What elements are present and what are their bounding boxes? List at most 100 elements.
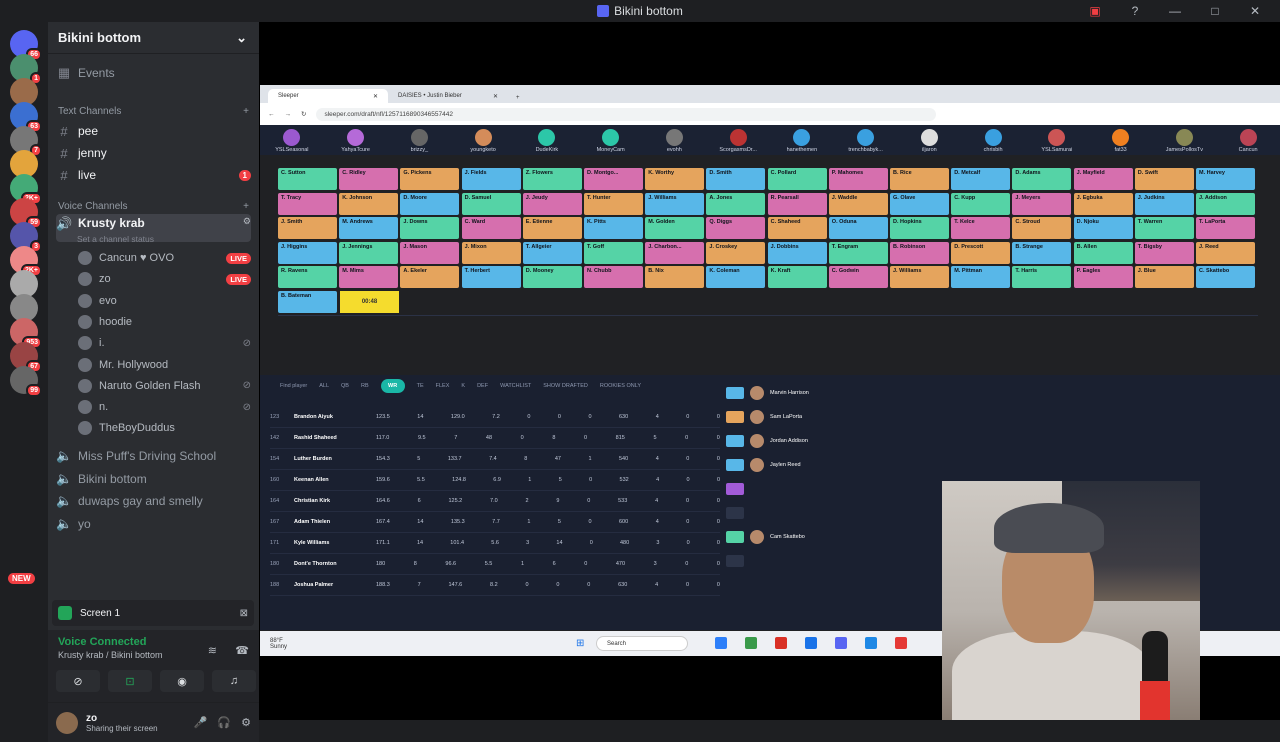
close-button[interactable]: ✕	[1238, 4, 1272, 18]
team-header[interactable]: ScorgasmsDr...	[708, 129, 768, 153]
player-name[interactable]: Christian Kirk	[294, 498, 376, 504]
draft-pick-cell[interactable]: J. Croskey	[706, 241, 766, 264]
text-channels-category[interactable]: Text Channels +	[58, 106, 249, 117]
soundboard-button[interactable]: ♫	[212, 670, 256, 692]
forward-icon[interactable]: →	[285, 111, 292, 118]
player-name[interactable]: Keenan Allen	[294, 477, 376, 483]
popout-icon[interactable]: ⊠	[240, 608, 248, 619]
disconnect-icon[interactable]: ☎	[235, 644, 249, 657]
draft-pick-cell[interactable]: J. Williams	[645, 192, 705, 215]
team-header[interactable]: iljaron	[899, 129, 959, 153]
team-header[interactable]: Cancun	[1218, 129, 1278, 153]
taskbar-search[interactable]: Search	[596, 636, 688, 651]
draft-pick-cell[interactable]: Z. Flowers	[522, 168, 582, 190]
draft-pick-cell[interactable]: T. LaPorta	[1196, 217, 1255, 240]
team-header[interactable]: YSLSamurai	[1027, 129, 1087, 153]
draft-pick-cell[interactable]: J. Addison	[1196, 192, 1255, 215]
team-header[interactable]: trenchbabyk...	[836, 129, 896, 153]
voice-channel[interactable]: 🔈 Bikini bottom	[56, 468, 251, 490]
draft-pick-cell[interactable]: R. Ravens	[278, 266, 337, 289]
filter-watchlist[interactable]: WATCHLIST	[500, 383, 531, 389]
team-header[interactable]: hanethemen	[772, 129, 832, 153]
table-row[interactable]: 123 Brandon Aiyuk 123.5 14 129.0 7.2 0 0 0 630 4 0 0	[270, 407, 720, 428]
draft-pick-cell[interactable]: M. Golden	[645, 217, 705, 240]
draft-pick-cell[interactable]: J. Mason	[400, 241, 460, 264]
table-row[interactable]: 154 Luther Burden 154.3 5 133.7 7.4 8 47 1 540 4 0 0	[270, 449, 720, 470]
activities-button[interactable]: ◉	[160, 670, 204, 692]
draft-pick-cell[interactable]: J. Blue	[1134, 266, 1194, 289]
gear-icon[interactable]: ⚙	[241, 716, 251, 729]
server-icon[interactable]: 99	[10, 365, 42, 397]
team-header[interactable]: DudeKirk	[517, 129, 577, 153]
app-icon[interactable]	[745, 637, 757, 649]
voice-user[interactable]: evo	[78, 291, 251, 311]
team-header[interactable]: MoneyCam	[581, 129, 641, 153]
player-name[interactable]: Joshua Palmer	[294, 582, 376, 588]
app-icon[interactable]	[715, 637, 727, 649]
help-icon[interactable]: ?	[1118, 4, 1152, 18]
roster-slot[interactable]: Sam LaPorta	[726, 405, 926, 429]
draft-pick-cell[interactable]: J. Waddle	[828, 192, 888, 215]
player-name[interactable]: Luther Burden	[294, 456, 376, 462]
player-name[interactable]: Kyle Williams	[294, 540, 376, 546]
voice-user[interactable]: Mr. Hollywood	[78, 355, 251, 375]
draft-pick-cell[interactable]: B. Robinson	[890, 241, 949, 264]
filter-qb[interactable]: QB	[341, 383, 349, 389]
url-input[interactable]: sleeper.com/draft/nfl/125711689034655744…	[316, 107, 937, 121]
voice-channel[interactable]: 🔈 Miss Puff's Driving School	[56, 445, 251, 467]
draft-pick-cell[interactable]: T. Bigsby	[1134, 241, 1194, 264]
draft-pick-cell[interactable]: T. Goff	[584, 241, 643, 264]
events-link[interactable]: ▦ Events	[56, 62, 251, 84]
draft-pick-cell[interactable]: K. Pitts	[584, 217, 643, 240]
draft-pick-cell[interactable]: B. Allen	[1073, 241, 1133, 264]
avatar[interactable]	[56, 711, 78, 734]
team-header[interactable]: JamesPollosTv	[1154, 129, 1214, 153]
browser-icon[interactable]	[805, 637, 817, 649]
player-name[interactable]: Rashid Shaheed	[294, 435, 376, 441]
draft-pick-cell[interactable]: J. Jennings	[339, 241, 399, 264]
draft-pick-cell[interactable]: M. Mims	[339, 266, 399, 289]
minimize-button[interactable]: —	[1158, 4, 1192, 18]
voice-user[interactable]: n. ⊘	[78, 397, 251, 417]
draft-pick-cell[interactable]: J. Charbon...	[645, 241, 705, 264]
draft-pick-cell[interactable]: N. Chubb	[584, 266, 643, 289]
player-search-input[interactable]: Find player	[280, 383, 307, 389]
draft-pick-cell[interactable]: K. Kraft	[767, 266, 827, 289]
team-header[interactable]: fat33	[1091, 129, 1151, 153]
draft-pick-cell[interactable]: J. Mayfield	[1073, 168, 1133, 190]
draft-pick-cell[interactable]: P. Mahomes	[828, 168, 888, 190]
draft-pick-cell[interactable]: J. Downs	[400, 217, 460, 240]
draft-pick-cell[interactable]: C. Skattebo	[1196, 266, 1255, 289]
draft-pick-cell[interactable]: G. Pickens	[400, 168, 460, 190]
draft-pick-cell[interactable]: D. Adams	[1012, 168, 1072, 190]
app-icon[interactable]	[865, 637, 877, 649]
draft-pick-cell[interactable]: E. Etienne	[522, 217, 582, 240]
guild-header[interactable]: Bikini bottom ⌄	[48, 22, 259, 54]
draft-pick-cell[interactable]: M. Harvey	[1196, 168, 1255, 190]
draft-pick-cell[interactable]: C. Godwin	[828, 266, 888, 289]
draft-pick-cell[interactable]: T. Herbert	[461, 266, 521, 289]
draft-pick-cell[interactable]: K. Johnson	[339, 192, 399, 215]
roster-slot[interactable]	[726, 501, 926, 525]
voice-location[interactable]: Krusty krab / Bikini bottom	[58, 650, 249, 660]
draft-pick-cell[interactable]: K. Coleman	[706, 266, 766, 289]
draft-pick-cell[interactable]: D. Hopkins	[890, 217, 949, 240]
close-tab-icon[interactable]: ✕	[373, 93, 378, 100]
draft-pick-cell[interactable]: B. Bateman	[278, 291, 337, 313]
draft-pick-cell[interactable]: D. Metcalf	[951, 168, 1011, 190]
filter-show-drafted[interactable]: SHOW DRAFTED	[543, 383, 588, 389]
video-off-button[interactable]: ⊘	[56, 670, 100, 692]
draft-pick-cell[interactable]: J. Jeudy	[522, 192, 582, 215]
tab-music[interactable]: DAISIES • Justin Bieber ✕	[388, 89, 508, 103]
draft-pick-cell[interactable]: O. Oduna	[828, 217, 888, 240]
discord-icon[interactable]	[835, 637, 847, 649]
draft-pick-cell[interactable]: C. Shaheed	[767, 217, 827, 240]
weather-widget[interactable]: 88°F Sunny	[270, 638, 287, 650]
windows-start-icon[interactable]: ⊞	[576, 638, 584, 649]
draft-pick-cell[interactable]: J. Mixon	[461, 241, 521, 264]
filter-all[interactable]: ALL	[319, 383, 329, 389]
draft-pick-cell[interactable]: M. Pittman	[951, 266, 1011, 289]
team-header[interactable]: brizzy_	[389, 129, 449, 153]
draft-pick-cell[interactable]: A. Ekeler	[400, 266, 460, 289]
tab-sleeper[interactable]: Sleeper ✕	[268, 89, 388, 103]
